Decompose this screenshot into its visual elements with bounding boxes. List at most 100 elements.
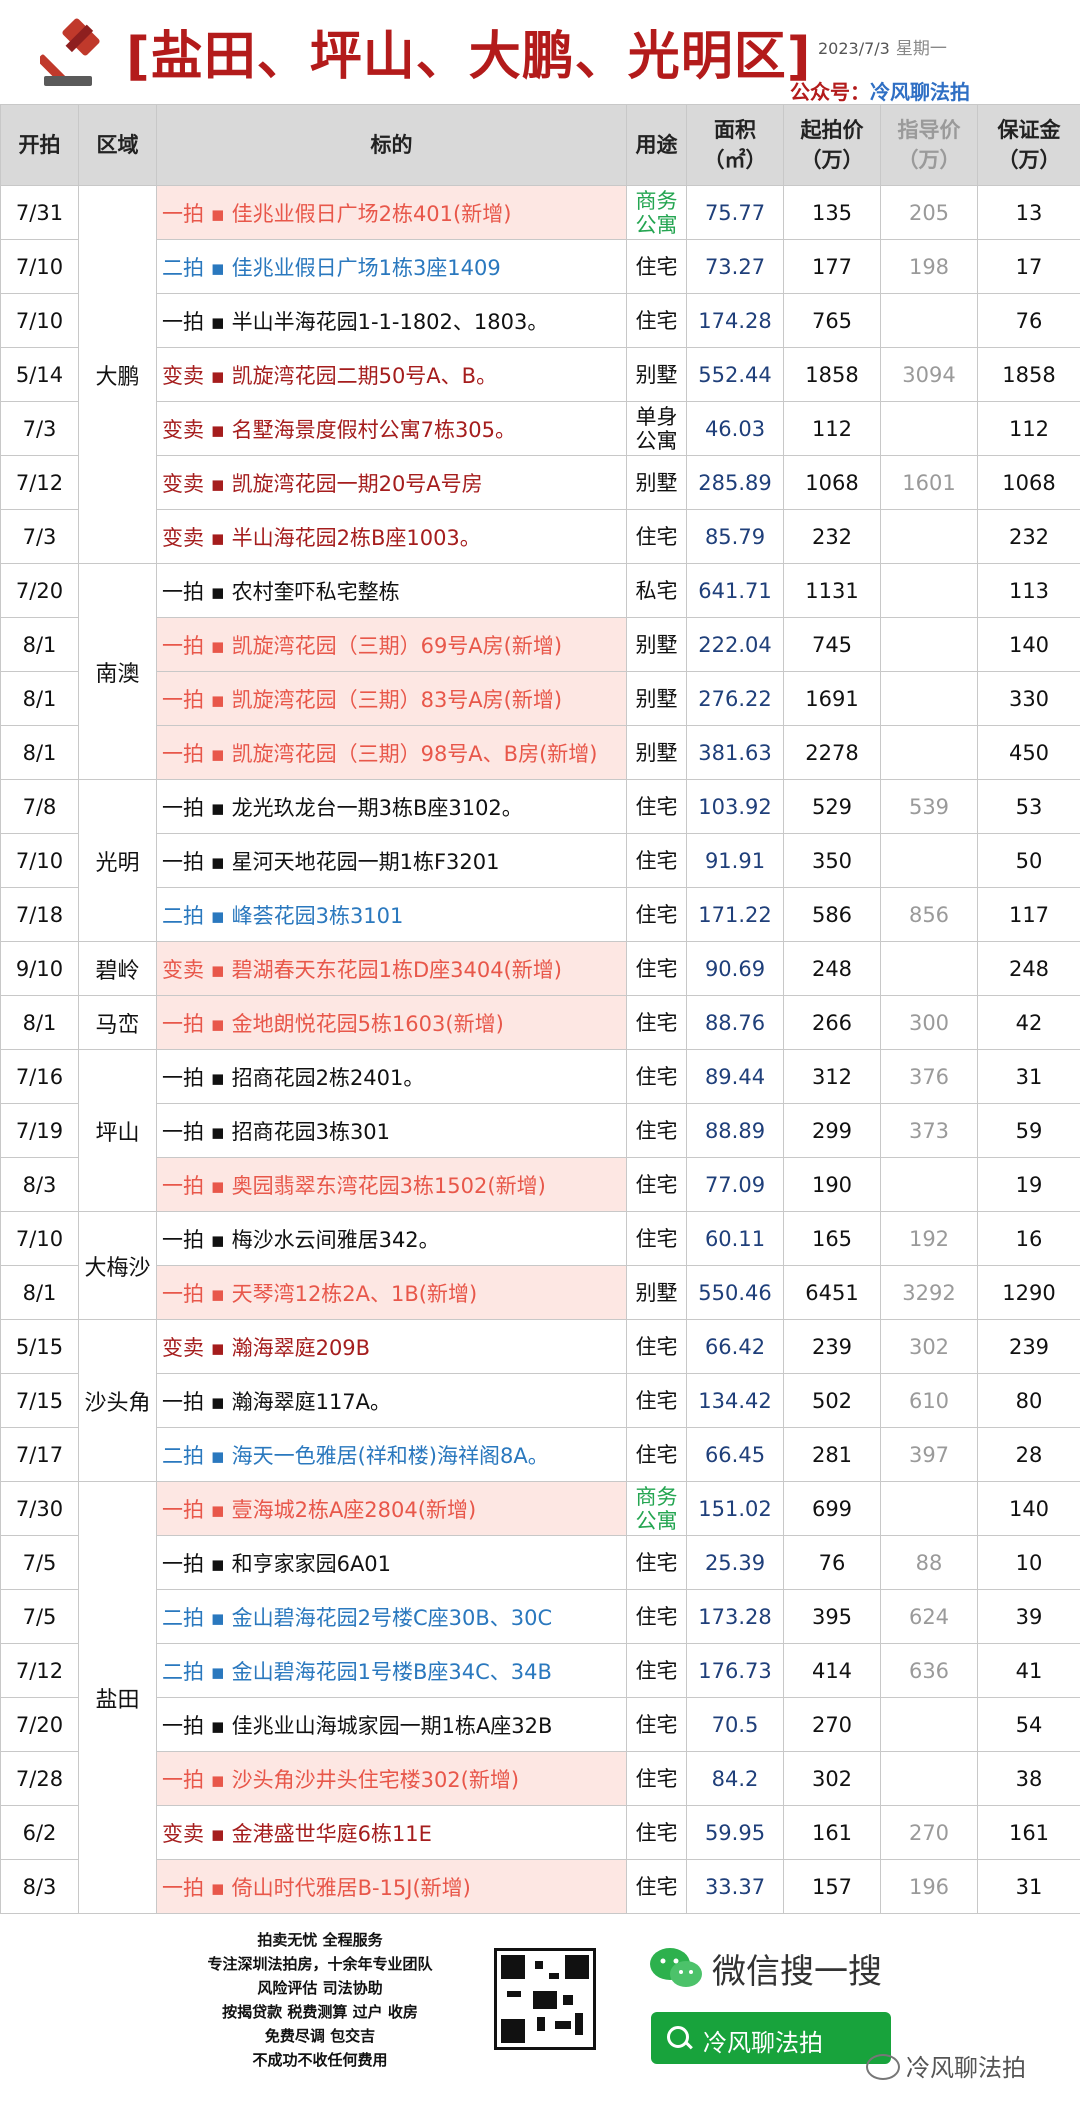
col-open: 开拍 xyxy=(0,104,79,186)
property-subject: 一拍 ▪ 瀚海翠庭117A。 xyxy=(156,1373,627,1428)
property-use-line: 住宅 xyxy=(635,1604,678,1629)
table-row: 7/19 一拍 ▪ 招商花园3栋301 住宅 88.89 299 373 59 xyxy=(0,1103,1080,1158)
deposit-value: 42 xyxy=(977,995,1080,1050)
col-area-l1: 面积 xyxy=(714,118,756,142)
auction-date: 7/12 xyxy=(0,1643,79,1698)
property-subject: 一拍 ▪ 凯旋湾花园（三期）69号A房(新增) xyxy=(156,617,627,672)
auction-date: 7/30 xyxy=(0,1481,79,1536)
deposit-value: 41 xyxy=(977,1643,1080,1698)
property-use-line: 住宅 xyxy=(635,1064,678,1089)
area-value: 66.42 xyxy=(686,1319,784,1374)
property-use-line: 别墅 xyxy=(635,1280,678,1305)
property-use-line: 住宅 xyxy=(635,1010,678,1035)
guide-price: 376 xyxy=(880,1049,978,1104)
property-use-line: 住宅 xyxy=(635,1550,678,1575)
col-guide-l1: 指导价 xyxy=(897,118,961,142)
property-use-line: 住宅 xyxy=(635,902,678,927)
area-value: 66.45 xyxy=(686,1427,784,1482)
promo-footer: 拍卖无忧 全程服务 专注深圳法拍房，十余年专业团队 风险评估 司法协助 按揭贷款 税费… xyxy=(0,1916,1080,2107)
property-subject: 变卖 ▪ 凯旋湾花园二期50号A、B。 xyxy=(156,347,627,402)
guide-price: 196 xyxy=(880,1859,978,1914)
property-subject: 变卖 ▪ 名墅海景度假村公寓7栋305。 xyxy=(156,401,627,456)
start-price: 302 xyxy=(783,1751,881,1806)
guide-price xyxy=(880,671,978,726)
col-guide-l2: （万） xyxy=(897,148,961,172)
property-use-line: 住宅 xyxy=(635,308,678,333)
property-subject: 变卖 ▪ 半山海花园2栋B座1003。 xyxy=(156,509,627,564)
table-row: 8/3 一拍 ▪ 倚山时代雅居B-15J(新增) 住宅 33.37 157 196 31 xyxy=(0,1859,1080,1914)
deposit-value: 232 xyxy=(977,509,1080,564)
guide-price: 3094 xyxy=(880,347,978,402)
wechat-search-text: 微信搜一搜 xyxy=(712,1952,882,1992)
area-value: 151.02 xyxy=(686,1481,784,1536)
guide-price: 610 xyxy=(880,1373,978,1428)
auction-date: 8/1 xyxy=(0,1265,79,1320)
property-use-line: 公寓 xyxy=(635,428,678,453)
area-value: 552.44 xyxy=(686,347,784,402)
property-use-line: 住宅 xyxy=(635,1172,678,1197)
area-value: 641.71 xyxy=(686,563,784,618)
table-row: 7/28 一拍 ▪ 沙头角沙井头住宅楼302(新增) 住宅 84.2 302 38 xyxy=(0,1751,1080,1806)
property-use-line: 住宅 xyxy=(635,1712,678,1737)
wechat-search-button[interactable]: 冷风聊法拍 xyxy=(651,2012,891,2064)
property-use-line: 别墅 xyxy=(635,686,678,711)
property-use-line: 住宅 xyxy=(635,1226,678,1251)
auction-date: 9/10 xyxy=(0,941,79,996)
property-use-line: 别墅 xyxy=(635,470,678,495)
col-guide: 指导价 （万） xyxy=(880,104,978,186)
official-account-label: 公众号： xyxy=(790,80,870,104)
auction-date: 7/3 xyxy=(0,401,79,456)
guide-price: 624 xyxy=(880,1589,978,1644)
auction-date: 7/12 xyxy=(0,455,79,510)
auction-date: 7/15 xyxy=(0,1373,79,1428)
deposit-value: 53 xyxy=(977,779,1080,834)
property-use: 别墅 xyxy=(626,725,687,780)
property-use: 住宅 xyxy=(626,995,687,1050)
start-price: 414 xyxy=(783,1643,881,1698)
start-price: 1858 xyxy=(783,347,881,402)
deposit-value: 140 xyxy=(977,1481,1080,1536)
table-row: 7/5 二拍 ▪ 金山碧海花园2号楼C座30B、30C 住宅 173.28 395 624… xyxy=(0,1589,1080,1644)
property-use: 住宅 xyxy=(626,1373,687,1428)
property-use-line: 住宅 xyxy=(635,1442,678,1467)
property-subject: 一拍 ▪ 半山半海花园1-1-1802、1803。 xyxy=(156,293,627,348)
start-price: 502 xyxy=(783,1373,881,1428)
guide-price xyxy=(880,1751,978,1806)
guide-price xyxy=(880,725,978,780)
area-value: 134.42 xyxy=(686,1373,784,1428)
area-value: 276.22 xyxy=(686,671,784,726)
deposit-value: 76 xyxy=(977,293,1080,348)
deposit-value: 28 xyxy=(977,1427,1080,1482)
region-name: 盐田 xyxy=(78,1481,157,1914)
col-start: 起拍价 （万） xyxy=(783,104,881,186)
auction-date: 7/5 xyxy=(0,1589,79,1644)
start-price: 6451 xyxy=(783,1265,881,1320)
property-use: 住宅 xyxy=(626,1805,687,1860)
qr-code-icon xyxy=(494,1948,596,2050)
table-row: 8/1 一拍 ▪ 凯旋湾花园（三期）83号A房(新增) 别墅 276.22 1691 33… xyxy=(0,671,1080,726)
deposit-value: 112 xyxy=(977,401,1080,456)
wechat-search-button-label: 冷风聊法拍 xyxy=(703,2029,823,2057)
deposit-value: 16 xyxy=(977,1211,1080,1266)
area-value: 25.39 xyxy=(686,1535,784,1590)
start-price: 1131 xyxy=(783,563,881,618)
property-use: 住宅 xyxy=(626,1859,687,1914)
area-value: 90.69 xyxy=(686,941,784,996)
area-value: 88.89 xyxy=(686,1103,784,1158)
deposit-value: 10 xyxy=(977,1535,1080,1590)
guide-price xyxy=(880,509,978,564)
property-use-line: 住宅 xyxy=(635,524,678,549)
region-name: 坪山 xyxy=(78,1049,157,1212)
page-title: [盐田、坪山、大鹏、光明区] xyxy=(126,27,812,87)
auction-date: 7/8 xyxy=(0,779,79,834)
guide-price: 270 xyxy=(880,1805,978,1860)
property-subject: 一拍 ▪ 凯旋湾花园（三期）98号A、B房(新增) xyxy=(156,725,627,780)
auction-date: 8/1 xyxy=(0,617,79,672)
start-price: 2278 xyxy=(783,725,881,780)
col-region: 区域 xyxy=(78,104,157,186)
auction-date: 7/10 xyxy=(0,1211,79,1266)
table-row: 7/12 二拍 ▪ 金山碧海花园1号楼B座34C、34B 住宅 176.73 414 63… xyxy=(0,1643,1080,1698)
property-use-line: 住宅 xyxy=(635,794,678,819)
table-header-row: 开拍 区域 标的 用途 面积 （㎡） 起拍价 （万） 指导价 （万） 保证金 （万） xyxy=(0,104,1080,186)
guide-price: 300 xyxy=(880,995,978,1050)
